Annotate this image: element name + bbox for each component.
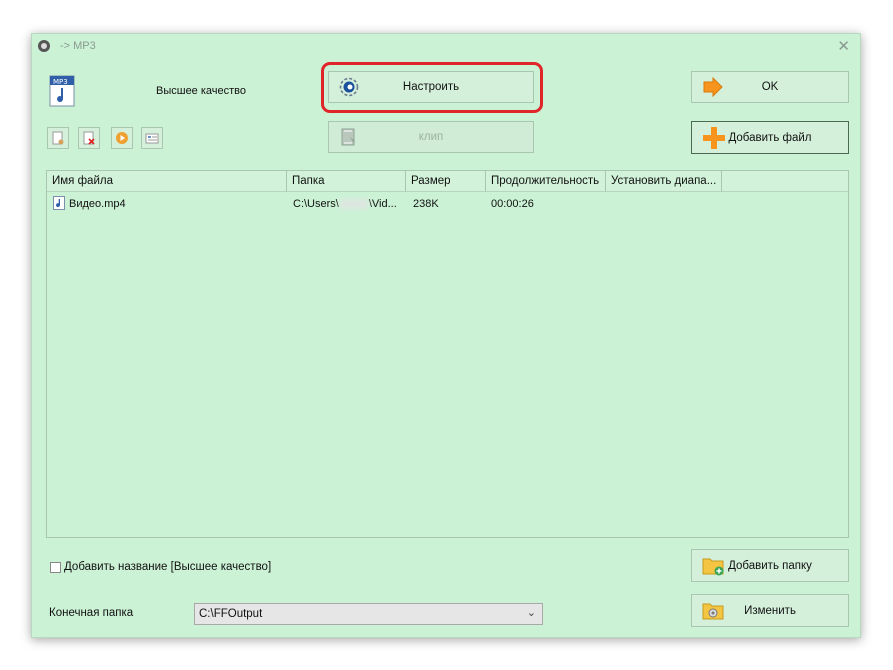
destination-folder-select[interactable]: C:\FFOutput ⌄: [194, 603, 543, 625]
toolbar-clear-button[interactable]: [47, 127, 69, 149]
column-header-size[interactable]: Размер: [406, 171, 486, 192]
remove-file-icon: [83, 131, 95, 145]
toolbar-remove-button[interactable]: [78, 127, 100, 149]
audio-file-icon: [53, 196, 65, 213]
clip-button[interactable]: клип: [328, 121, 534, 153]
column-header-filename[interactable]: Имя файла: [47, 171, 287, 192]
add-folder-icon: [702, 558, 724, 575]
setup-button-label: Настроить: [402, 81, 460, 93]
file-folder: C:\Users\ \Vid...: [293, 198, 397, 210]
setup-button[interactable]: Настроить: [328, 71, 534, 103]
column-header-duration[interactable]: Продолжительность: [486, 171, 606, 192]
add-title-checkbox[interactable]: [50, 562, 61, 573]
chevron-down-icon: ⌄: [526, 607, 536, 619]
folder-settings-icon: [702, 603, 724, 619]
clip-button-label: клип: [418, 131, 444, 143]
film-clip-icon: [341, 128, 355, 146]
add-title-label: Добавить название [Высшее качество]: [64, 561, 272, 573]
add-file-button-label: Добавить файл: [728, 131, 812, 144]
column-header-range[interactable]: Установить диапа...: [606, 171, 722, 192]
plus-icon: [703, 126, 725, 149]
converter-window: -> MP3 ✕ MP3 Высшее качество Настроить к…: [31, 33, 861, 638]
file-size: 238K: [413, 198, 439, 210]
add-file-button[interactable]: Добавить файл: [691, 121, 849, 154]
app-icon: [38, 40, 50, 52]
title-bar: -> MP3 ✕: [32, 34, 860, 58]
clear-list-icon: [52, 131, 64, 145]
column-header-folder[interactable]: Папка: [287, 171, 406, 192]
destination-folder-value: C:\FFOutput: [199, 608, 263, 620]
file-duration: 00:00:26: [491, 198, 534, 210]
ok-button[interactable]: OK: [691, 71, 849, 103]
destination-folder-label: Конечная папка: [49, 607, 134, 619]
change-folder-button[interactable]: Изменить: [691, 594, 849, 627]
toolbar-play-button[interactable]: [111, 127, 133, 149]
window-title: -> MP3: [60, 40, 96, 52]
settings-gear-icon: [339, 77, 359, 97]
quality-label: Высшее качество: [156, 85, 247, 97]
add-folder-button[interactable]: Добавить папку: [691, 549, 849, 582]
mp3-format-icon: MP3: [49, 75, 75, 107]
column-header-empty: [722, 171, 848, 192]
redacted-username: [339, 199, 368, 210]
file-name: Видео.mp4: [69, 198, 126, 210]
file-list[interactable]: Имя файла Папка Размер Продолжительность…: [46, 170, 849, 538]
play-icon: [116, 132, 128, 144]
ok-button-label: OK: [761, 81, 779, 93]
svg-text:MP3: MP3: [53, 78, 68, 86]
arrow-right-icon: [703, 77, 723, 97]
add-folder-button-label: Добавить папку: [728, 559, 812, 572]
toolbar-info-button[interactable]: [141, 127, 163, 149]
media-info-icon: [145, 133, 159, 144]
close-icon[interactable]: ✕: [837, 37, 850, 55]
change-folder-button-label: Изменить: [744, 604, 796, 617]
